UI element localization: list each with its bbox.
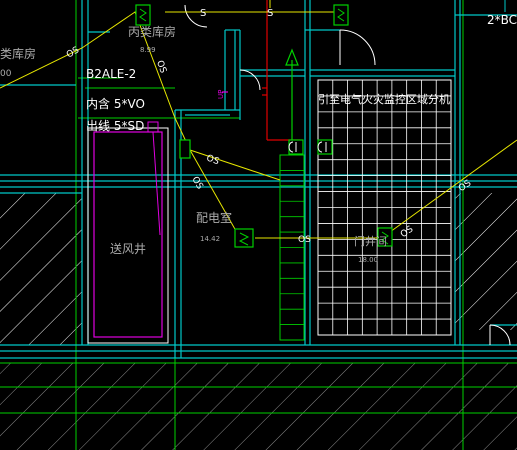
cable-mark-s-2: S — [267, 8, 273, 19]
label-room-right-area: 18.00 — [358, 256, 378, 264]
cable-mark-os-5: OS — [298, 235, 311, 245]
label-room-right: 门井间 — [354, 234, 387, 248]
cad-drawing-canvas: 类库房 00 丙类库房 8.99 B2ALE-2 内含 5*VO 出线 5*SD… — [0, 0, 517, 450]
switch-cabinet-lines — [280, 170, 304, 325]
label-room-left: 类库房 — [0, 46, 36, 61]
label-riser-up: UP — [217, 90, 225, 99]
label-switch-room: 配电室 — [196, 210, 232, 225]
label-room-anti-class-area: 8.99 — [140, 46, 156, 54]
label-out-line: 出线 5*SD — [86, 119, 144, 133]
label-inner-line: 内含 5*VO — [86, 96, 145, 111]
equipment-grid-lines — [318, 80, 451, 335]
air-shaft-outline — [87, 121, 169, 344]
junction-box-symbols — [139, 8, 389, 246]
label-switch-room-area: 14.42 — [200, 235, 220, 243]
cable-mark-s-1: S — [200, 8, 206, 19]
cable-mark-os-6: OS — [399, 224, 415, 240]
cable-mark-os-3: OS — [205, 153, 221, 167]
label-room-left-code: 00 — [0, 69, 12, 79]
cable-mark-os-2: OS — [154, 59, 168, 75]
label-room-anti-class: 丙类库房 — [128, 24, 176, 39]
label-axis-tag: 2*BC — [487, 13, 517, 27]
riser-arrow — [222, 48, 299, 140]
label-panel-id: B2ALE-2 — [86, 67, 136, 81]
floor-plan: 类库房 00 丙类库房 8.99 B2ALE-2 内含 5*VO 出线 5*SD… — [0, 0, 517, 450]
cable-mark-os-1: OS — [65, 45, 81, 60]
cable-mark-os-4: OS — [189, 175, 204, 191]
label-air-shaft: 送风井 — [110, 241, 146, 256]
label-note-monitor: 引至电气火灾监控区域分机 — [318, 92, 450, 106]
